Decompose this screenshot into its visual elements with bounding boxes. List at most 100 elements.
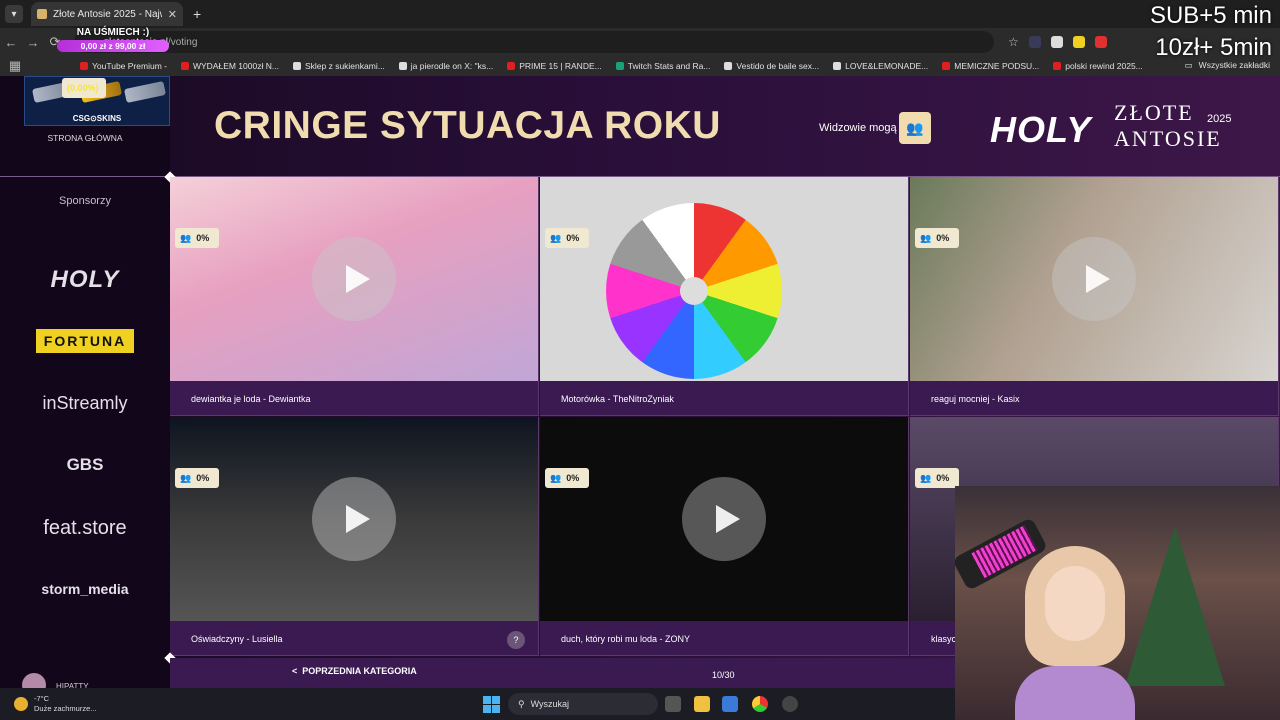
extension-icon[interactable] <box>1094 36 1107 48</box>
nominee-card[interactable]: 👥 0% Motorówka - TheNitroZyniak <box>540 177 909 416</box>
video-thumbnail[interactable] <box>540 177 908 381</box>
nominee-card[interactable]: 👥 0% duch, który robi mu loda - ZONY <box>540 417 909 656</box>
tab-search-button[interactable]: ▾ <box>5 5 23 23</box>
nominee-card[interactable]: 👥 0% Oświadczyny - Lusiella? <box>170 417 539 656</box>
users-icon: 👥 <box>550 232 562 243</box>
question-icon[interactable]: ? <box>507 631 525 649</box>
previous-category-label: POPRZEDNIA KATEGORIA <box>302 666 417 676</box>
bookmark-label: Vestido de baile sex... <box>736 61 820 71</box>
forward-icon[interactable]: → <box>22 35 44 50</box>
bookmark-label: LOVE&LEMONADE... <box>845 61 929 71</box>
store-icon[interactable] <box>722 696 738 712</box>
vote-percent-badge: 👥 0% <box>175 228 219 248</box>
search-input[interactable]: ⚲ Wyszukaj <box>508 693 658 715</box>
nominee-caption: duch, który robi mu loda - ZONY <box>540 621 908 655</box>
subathon-overlay: SUB+5 min 10zł+ 5min <box>1150 0 1272 64</box>
url-input[interactable]: zloteantosie.pl/voting <box>74 31 994 53</box>
nominee-caption: Oświadczyny - Lusiella? <box>170 621 538 655</box>
bookmark-item[interactable]: YouTube Premium - <box>80 61 167 71</box>
bookmark-favicon-icon <box>833 62 842 70</box>
brand-year: 2025 <box>1207 113 1232 125</box>
home-link[interactable]: STRONA GŁÓWNA <box>0 133 170 143</box>
address-bar-row: ← → ⟳ zloteantosie.pl/voting ☆ <box>0 28 1280 56</box>
donation-progress-bar: 0,00 zł z 99,00 zł (0.00%) <box>57 40 169 98</box>
app-icon[interactable] <box>782 696 798 712</box>
sponsor-holy-logo[interactable]: HOLY <box>0 266 170 294</box>
bookmark-label: ja pierodle on X: "ks... <box>410 61 494 71</box>
nominee-card[interactable]: 👥 0% dewiantka je loda - Dewiantka <box>170 177 539 416</box>
bookmark-favicon-icon <box>942 62 951 70</box>
bookmark-item[interactable]: PRIME 15 | RANDE... <box>507 61 602 71</box>
nominee-caption: Motorówka - TheNitroZyniak <box>540 381 908 415</box>
windows-icon[interactable] <box>483 696 500 713</box>
bookmark-label: PRIME 15 | RANDE... <box>519 61 602 71</box>
bookmark-item[interactable]: Twitch Stats and Ra... <box>615 61 711 71</box>
sponsor-stormmedia-logo[interactable]: storm_media <box>0 581 170 597</box>
apps-grid-icon[interactable]: ▦ <box>4 58 26 74</box>
nominee-caption: dewiantka je loda - Dewiantka <box>170 381 538 415</box>
nominee-caption: reaguj mocniej - Kasix <box>910 381 1278 415</box>
browser-tab[interactable]: Złote Antosie 2025 - Największa ✕ <box>31 2 183 26</box>
sponsor-gbs-logo[interactable]: GBS <box>0 455 170 475</box>
task-view-icon[interactable] <box>665 696 681 712</box>
new-tab-icon[interactable]: + <box>193 6 201 22</box>
weather-icon <box>14 697 28 711</box>
bookmark-item[interactable]: LOVE&LEMONADE... <box>833 61 928 71</box>
tab-title: Złote Antosie 2025 - Największa <box>53 8 162 20</box>
nominee-card[interactable]: 👥 0% reaguj mocniej - Kasix <box>910 177 1279 416</box>
file-explorer-icon[interactable] <box>694 696 710 712</box>
bookmark-item[interactable]: ja pierodle on X: "ks... <box>398 61 494 71</box>
extension-icon[interactable] <box>1050 36 1063 48</box>
bookmark-favicon-icon <box>292 62 301 70</box>
weapon-skin-image <box>123 80 167 104</box>
previous-category-button[interactable]: < POPRZEDNIA KATEGORIA <box>292 666 417 676</box>
users-icon: 👥 <box>180 472 192 483</box>
sub-rule-1: SUB+5 min <box>1149 2 1272 29</box>
bookmark-item[interactable]: Sklep z sukienkami... <box>292 61 385 71</box>
star-icon[interactable]: ☆ <box>1008 35 1019 49</box>
users-icon: 👥 <box>550 472 562 483</box>
bookmark-item[interactable]: WYDAŁEM 1000zł N... <box>180 61 279 71</box>
bookmark-label: Twitch Stats and Ra... <box>627 61 711 71</box>
page-counter: 10/30 <box>712 670 735 680</box>
sponsor-instreamly-logo[interactable]: inStreamly <box>0 393 170 414</box>
csg-skins-label: CSG⊙SKINS <box>72 114 122 123</box>
url-path: /voting <box>167 36 198 48</box>
weather-temp: -7°C <box>34 694 50 703</box>
bookmark-item[interactable]: polski rewind 2025... <box>1053 61 1143 71</box>
sponsor-featstore-logo[interactable]: feat.store <box>0 517 170 540</box>
bookmark-label: polski rewind 2025... <box>1065 61 1143 71</box>
play-icon[interactable] <box>312 237 396 321</box>
extension-icon[interactable] <box>1028 36 1041 48</box>
viewers-label: Widzowie mogą <box>819 122 897 134</box>
weather-desc: Duże zachmurze... <box>34 704 97 713</box>
extension-icon[interactable] <box>1072 36 1085 48</box>
bookmarks-bar: ▦ YouTube Premium - WYDAŁEM 1000zł N... Sk… <box>0 56 1280 76</box>
play-icon[interactable] <box>682 477 766 561</box>
sponsor-fortuna-logo[interactable]: FORTUNA <box>36 329 134 353</box>
streamer-image <box>1015 546 1135 720</box>
play-icon[interactable] <box>1052 237 1136 321</box>
bookmark-label: MEMICZNE PODSU... <box>954 61 1040 71</box>
users-icon[interactable]: 👥 <box>899 112 931 144</box>
sponsors-heading: Sponsorzy <box>59 195 111 207</box>
prize-wheel-image <box>606 203 782 379</box>
chrome-icon[interactable] <box>752 696 768 712</box>
site-favicon-icon <box>37 9 47 19</box>
brand-holy-logo: HOLY <box>990 109 1092 150</box>
users-icon: 👥 <box>920 472 932 483</box>
users-icon: 👥 <box>920 232 932 243</box>
vote-percent: 0% <box>566 233 580 243</box>
brand-zlote-antosie-logo: ZŁOTE ANTOSIE <box>1114 100 1222 152</box>
bookmark-item[interactable]: Vestido de baile sex... <box>724 61 819 71</box>
close-tab-icon[interactable]: ✕ <box>168 8 177 21</box>
back-icon[interactable]: ← <box>0 35 22 50</box>
bookmark-item[interactable]: MEMICZNE PODSU... <box>942 61 1039 71</box>
play-icon[interactable] <box>312 477 396 561</box>
bookmark-favicon-icon <box>180 62 189 70</box>
vote-percent-badge: 👥 0% <box>915 468 959 488</box>
bookmark-favicon-icon <box>80 62 88 70</box>
bookmark-favicon-icon <box>615 62 624 70</box>
bookmark-favicon-icon <box>507 62 516 70</box>
weather-widget[interactable]: -7°C Duże zachmurze... <box>14 694 97 714</box>
